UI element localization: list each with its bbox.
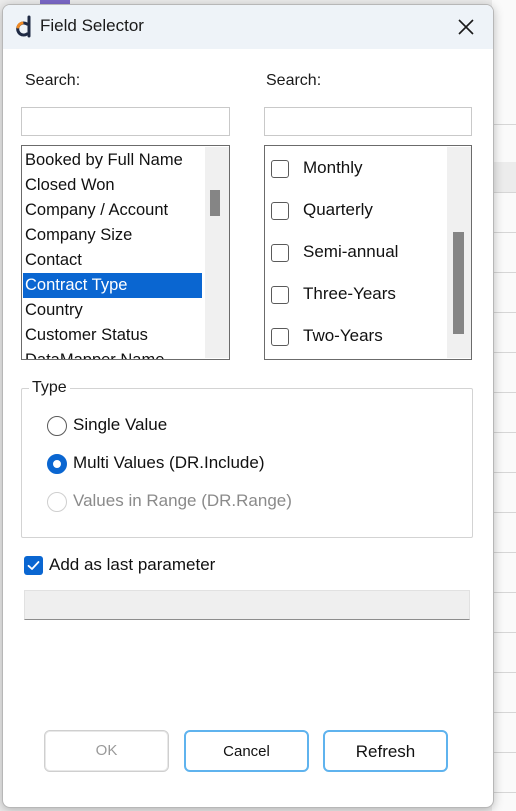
background-spreadsheet bbox=[492, 0, 516, 811]
radio-button-selected[interactable] bbox=[47, 454, 67, 474]
radio-button-disabled bbox=[47, 492, 67, 512]
checkbox[interactable] bbox=[271, 244, 289, 262]
list-item-selected[interactable]: Contract Type bbox=[23, 273, 202, 298]
type-group-title: Type bbox=[29, 379, 70, 397]
value-label: Quarterly bbox=[303, 200, 373, 219]
add-last-parameter-label: Add as last parameter bbox=[49, 555, 216, 574]
checkbox[interactable] bbox=[271, 202, 289, 220]
field-selector-dialog: Field Selector Search: Booked by Full Na… bbox=[2, 4, 494, 808]
checkbox[interactable] bbox=[271, 286, 289, 304]
radio-label: Multi Values (DR.Include) bbox=[73, 453, 265, 472]
list-item[interactable]: DataMapper Name bbox=[23, 348, 202, 359]
dialog-title: Field Selector bbox=[40, 16, 144, 35]
list-item[interactable]: Country bbox=[23, 298, 202, 323]
radio-single-value[interactable]: Single Value bbox=[47, 414, 247, 440]
values-search-label: Search: bbox=[266, 72, 322, 89]
list-item[interactable]: Quarterly bbox=[271, 198, 451, 228]
list-item[interactable]: Contact bbox=[23, 248, 202, 273]
value-label: Three-Years bbox=[303, 284, 396, 303]
list-item[interactable]: Closed Won bbox=[23, 173, 202, 198]
radio-values-in-range: Values in Range (DR.Range) bbox=[47, 490, 327, 516]
scrollbar-thumb[interactable] bbox=[453, 232, 464, 334]
field-list-scrollbar[interactable] bbox=[205, 147, 229, 358]
value-list-scrollbar[interactable] bbox=[447, 147, 471, 358]
list-item[interactable]: Monthly bbox=[271, 156, 451, 186]
value-label: Monthly bbox=[303, 158, 363, 177]
list-item[interactable]: Customer Status bbox=[23, 323, 202, 348]
list-item[interactable]: Company / Account bbox=[23, 198, 202, 223]
datarails-logo-icon bbox=[16, 15, 31, 38]
value-label: Semi-annual bbox=[303, 242, 399, 261]
radio-button[interactable] bbox=[47, 416, 67, 436]
add-last-parameter-checkbox[interactable] bbox=[24, 556, 43, 575]
list-item[interactable]: Booked by Full Name bbox=[23, 148, 202, 173]
checkbox[interactable] bbox=[271, 160, 289, 178]
list-item[interactable]: Three-Years bbox=[271, 282, 451, 312]
values-search-input[interactable] bbox=[264, 107, 472, 136]
refresh-button[interactable]: Refresh bbox=[323, 730, 448, 772]
ok-button[interactable]: OK bbox=[44, 730, 169, 772]
list-item[interactable]: Two-Years bbox=[271, 324, 451, 354]
checkbox[interactable] bbox=[271, 328, 289, 346]
checkmark-icon bbox=[27, 561, 40, 570]
close-icon[interactable] bbox=[456, 17, 476, 37]
field-list[interactable]: Booked by Full Name Closed Won Company /… bbox=[21, 145, 230, 360]
value-label: Two-Years bbox=[303, 326, 383, 345]
parameter-preview-field bbox=[24, 590, 470, 620]
radio-label: Values in Range (DR.Range) bbox=[73, 491, 292, 510]
list-item[interactable]: Company Size bbox=[23, 223, 202, 248]
title-bar[interactable]: Field Selector bbox=[3, 5, 493, 49]
cancel-button[interactable]: Cancel bbox=[184, 730, 309, 772]
radio-multi-values[interactable]: Multi Values (DR.Include) bbox=[47, 452, 307, 478]
scrollbar-thumb[interactable] bbox=[210, 190, 220, 216]
value-list[interactable]: Monthly Quarterly Semi-annual Three-Year… bbox=[264, 145, 472, 360]
fields-search-label: Search: bbox=[25, 72, 81, 89]
radio-label: Single Value bbox=[73, 415, 168, 434]
list-item[interactable]: Semi-annual bbox=[271, 240, 451, 270]
fields-search-input[interactable] bbox=[21, 107, 230, 136]
